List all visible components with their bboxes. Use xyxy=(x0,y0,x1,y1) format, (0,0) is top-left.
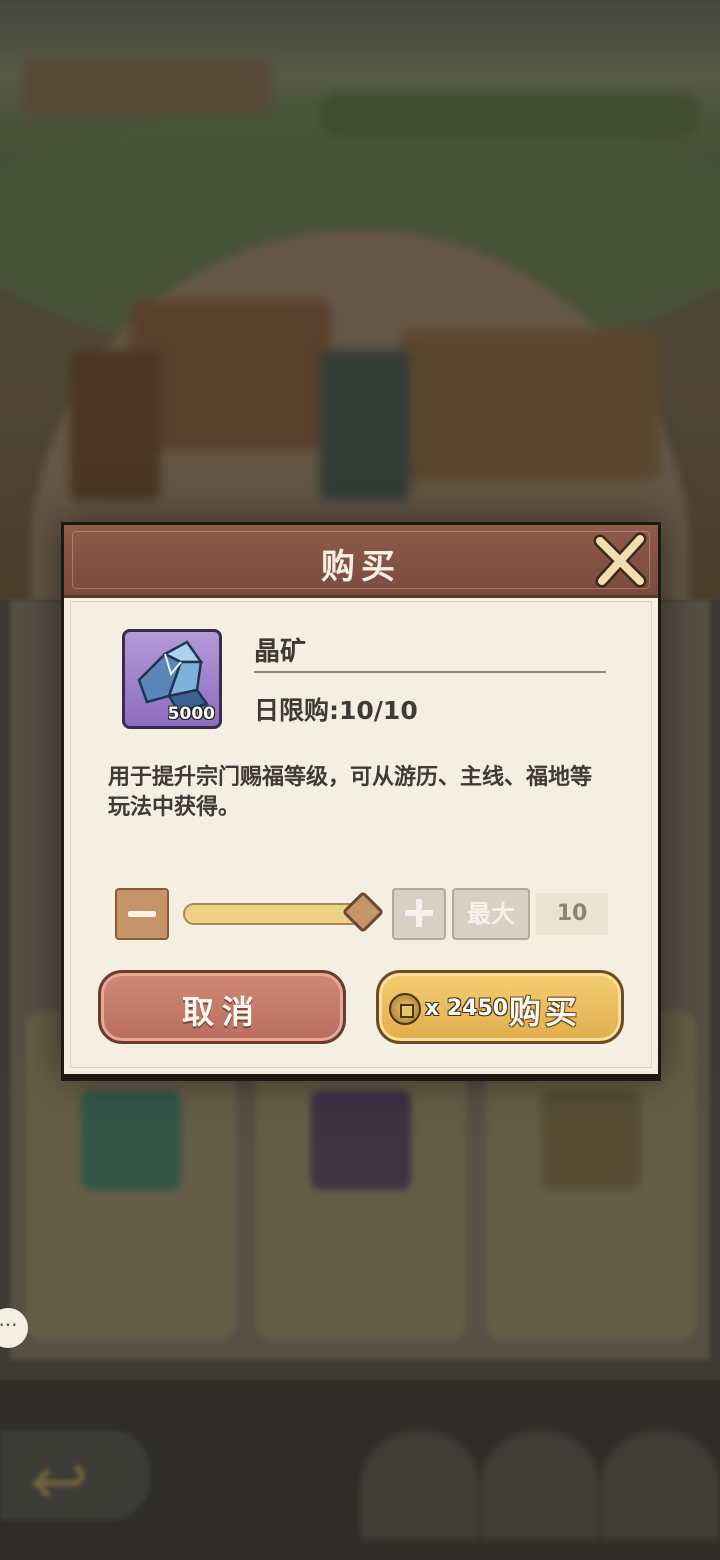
item-slot[interactable]: 5000 xyxy=(122,629,222,729)
name-divider xyxy=(254,671,606,673)
item-description: 用于提升宗门赐福等级，可从游历、主线、福地等玩法中获得。 xyxy=(108,765,593,820)
close-icon[interactable] xyxy=(592,531,650,589)
buy-label: 购买 xyxy=(509,993,582,1031)
buy-button[interactable]: x 2450 购买 xyxy=(376,970,624,1044)
dialog-title: 购买 xyxy=(321,547,401,587)
item-name: 晶矿 xyxy=(254,637,307,667)
dialog-header: 购买 xyxy=(64,525,658,598)
copper-coin-icon xyxy=(389,993,421,1025)
daily-limit: 日限购:10/10 xyxy=(254,696,418,725)
plus-button[interactable] xyxy=(392,888,446,940)
cancel-label: 取消 xyxy=(181,993,262,1031)
item-count: 5000 xyxy=(167,704,215,724)
minus-button[interactable] xyxy=(115,888,169,940)
purchase-dialog: 购买 5000 晶矿 日限购:10/10 用于提升宗门赐福等级，可从游历、主线、… xyxy=(61,522,661,1077)
max-button[interactable]: 最大 xyxy=(452,888,530,940)
cancel-button[interactable]: 取消 xyxy=(98,970,346,1044)
price-label: x 2450 xyxy=(425,996,509,1021)
quantity-slider[interactable] xyxy=(183,903,363,925)
quantity-value: 10 xyxy=(536,893,608,935)
